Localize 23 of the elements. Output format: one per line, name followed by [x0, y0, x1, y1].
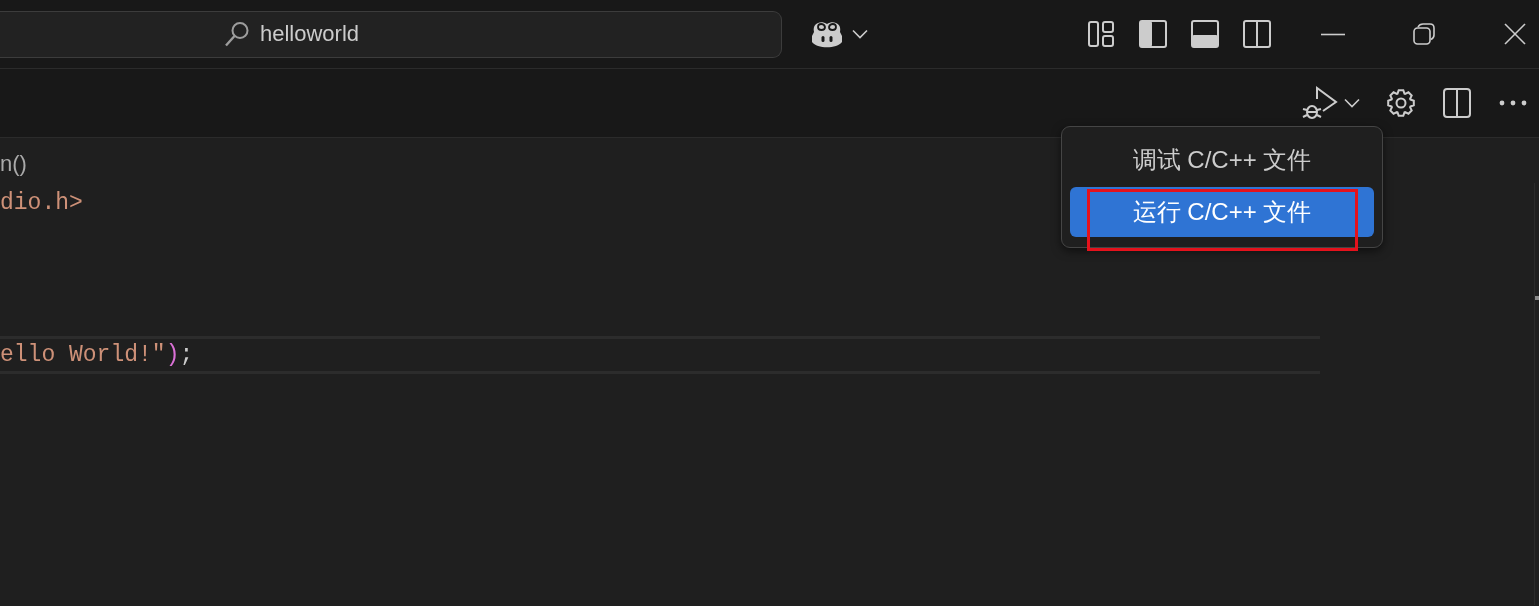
chevron-down-icon: [1344, 98, 1360, 108]
right-sidebar-icon: [1243, 20, 1271, 48]
code-line: dio.h>: [0, 189, 83, 218]
vertical-scrollbar[interactable]: [1534, 183, 1539, 605]
left-sidebar-icon: [1139, 20, 1167, 48]
robot-face-icon: [810, 19, 844, 49]
settings-icon: [1386, 88, 1416, 118]
search-icon: [224, 21, 250, 47]
bottom-panel-icon: [1191, 20, 1219, 48]
menu-item[interactable]: 运行 C/C++ 文件: [1070, 187, 1374, 237]
more-icon: [1499, 100, 1527, 106]
breadcrumb-item[interactable]: n(): [0, 151, 27, 177]
split-editor-icon: [1443, 88, 1471, 118]
code-line: ello World!");: [0, 341, 194, 370]
restore-icon: [1413, 23, 1435, 45]
cursor-marker-icon: [1535, 296, 1539, 300]
command-center-search[interactable]: helloworld: [0, 10, 782, 58]
layout-grid-icon: [1088, 21, 1114, 47]
chevron-down-icon: [852, 29, 868, 39]
close-icon: [1504, 23, 1526, 45]
menu-item[interactable]: 调试 C/C++ 文件: [1070, 135, 1374, 185]
minimize-icon: [1321, 32, 1345, 36]
play-bug-icon: [1302, 85, 1338, 121]
